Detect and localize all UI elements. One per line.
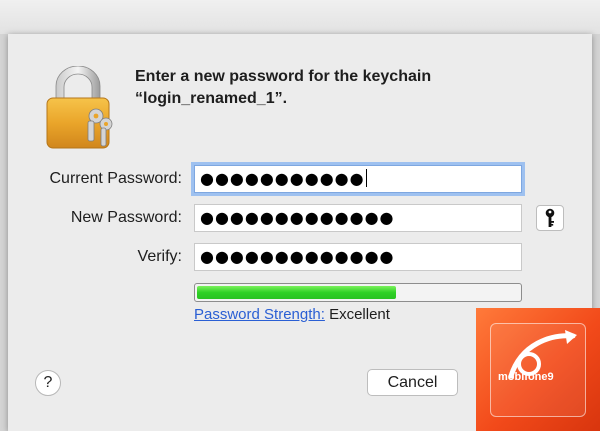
password-strength-fill: [197, 286, 396, 299]
watermark-text: mobifone9: [498, 371, 554, 383]
password-strength-meter: [194, 283, 522, 302]
new-password-field[interactable]: ●●●●●●●●●●●●●: [194, 204, 522, 232]
text-caret: [365, 169, 368, 187]
dialog-title: Enter a new password for the keychain “l…: [135, 66, 575, 110]
dialog-title-line1: Enter a new password for the keychain: [135, 68, 432, 85]
dialog-title-line2: “login_renamed_1”.: [135, 90, 288, 107]
verify-password-value: ●●●●●●●●●●●●●: [200, 247, 395, 266]
new-password-value: ●●●●●●●●●●●●●: [200, 208, 395, 227]
watermark-logo: mobifone9: [476, 308, 600, 431]
window-top-area: [0, 0, 600, 34]
help-button[interactable]: ?: [35, 370, 61, 396]
verify-password-field[interactable]: ●●●●●●●●●●●●●: [194, 243, 522, 271]
key-icon: [545, 208, 555, 227]
keychain-lock-icon: [44, 65, 116, 150]
cancel-button[interactable]: Cancel: [367, 369, 458, 396]
new-password-label: New Password:: [70, 209, 182, 226]
current-password-label: Current Password:: [49, 170, 183, 187]
current-password-value: ●●●●●●●●●●●: [200, 169, 365, 188]
password-strength-link[interactable]: Password Strength:: [194, 306, 325, 323]
verify-label: Verify:: [137, 248, 182, 265]
password-strength-row: Password Strength: Excellent: [194, 306, 390, 323]
current-password-field[interactable]: ●●●●●●●●●●●: [194, 165, 522, 193]
watermark-frame: [490, 323, 586, 417]
password-strength-value: Excellent: [329, 306, 390, 323]
password-assistant-button[interactable]: [536, 205, 564, 231]
